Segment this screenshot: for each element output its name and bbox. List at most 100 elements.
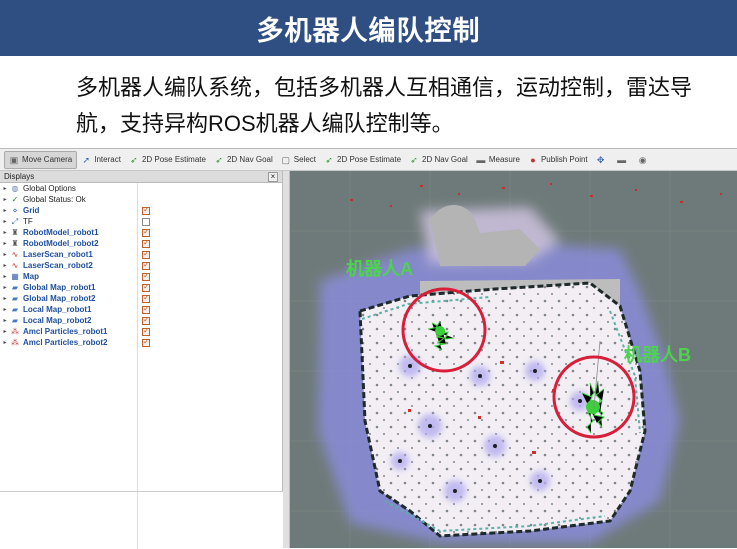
- displays-panel-title: Displays: [4, 172, 35, 181]
- tool-interact[interactable]: ➚ Interact: [77, 151, 125, 169]
- enable-checkbox[interactable]: [142, 205, 150, 215]
- map-icon: ▦: [11, 272, 19, 281]
- display-item-robotmodel-robot1[interactable]: ▸ ♜ RobotModel_robot1: [0, 227, 282, 238]
- minus-button[interactable]: ▬: [613, 151, 634, 169]
- display-item-label: Global Options: [23, 184, 76, 193]
- enable-checkbox[interactable]: [142, 271, 150, 281]
- enable-checkbox[interactable]: [142, 227, 150, 237]
- display-item-label: TF: [23, 217, 33, 226]
- expand-arrow-icon[interactable]: ▸: [0, 196, 10, 203]
- camera-icon: ▣: [9, 154, 19, 165]
- enable-checkbox[interactable]: [142, 337, 150, 347]
- expand-arrow-icon[interactable]: ▸: [0, 251, 10, 258]
- tool-measure[interactable]: ▬ Measure: [472, 151, 524, 169]
- enable-checkbox[interactable]: [142, 304, 150, 314]
- displays-panel: Displays × ▸ ◍ Global Options ▸ ✓ Global Stat…: [0, 171, 283, 549]
- expand-arrow-icon[interactable]: ▸: [0, 262, 10, 269]
- grid-icon: ⋄: [12, 206, 18, 215]
- expand-arrow-icon[interactable]: ▸: [0, 229, 10, 236]
- display-item-local-map-robot2[interactable]: ▸ ▰ Local Map_robot2: [0, 315, 282, 326]
- expand-arrow-icon[interactable]: ▸: [0, 218, 10, 225]
- display-item-map[interactable]: ▸ ▦ Map: [0, 271, 282, 282]
- display-item-robotmodel-robot2[interactable]: ▸ ♜ RobotModel_robot2: [0, 238, 282, 249]
- tool-2d-pose-estimate[interactable]: ➶ 2D Pose Estimate: [320, 151, 405, 169]
- enable-checkbox[interactable]: [142, 282, 150, 292]
- display-item-tf[interactable]: ▸ ⤢ TF: [0, 216, 282, 227]
- display-item-laserscan-robot2[interactable]: ▸ ∿ LaserScan_robot2: [0, 260, 282, 271]
- expand-arrow-icon[interactable]: ▸: [0, 317, 10, 324]
- tool-2d-nav-goal[interactable]: ➶ 2D Nav Goal: [210, 151, 277, 169]
- display-item-label: RobotModel_robot2: [23, 239, 99, 248]
- tool-label: Select: [293, 155, 316, 164]
- robot-a-label: 机器人A: [346, 259, 413, 279]
- rviz-window: ▣ Move Camera ➚ Interact ➶ 2D Pose Estimate ➶ 2…: [0, 148, 737, 549]
- expand-arrow-icon[interactable]: ▸: [0, 185, 10, 192]
- tf-icon: ⤢: [11, 216, 19, 226]
- tool-label: Move Camera: [22, 155, 73, 164]
- expand-arrow-icon[interactable]: ▸: [0, 273, 10, 280]
- splitter-handle[interactable]: [283, 171, 290, 548]
- display-item-label: Global Status: Ok: [23, 195, 86, 204]
- laser-icon: ∿: [11, 261, 19, 270]
- display-item-global-status-ok[interactable]: ▸ ✓ Global Status: Ok: [0, 194, 282, 205]
- display-item-amcl-particles-robot1[interactable]: ▸ ⁂ Amcl Particles_robot1: [0, 326, 282, 337]
- enable-checkbox[interactable]: [142, 238, 150, 248]
- tool-2d-nav-goal[interactable]: ➶ 2D Nav Goal: [405, 151, 472, 169]
- expand-arrow-icon[interactable]: ▸: [0, 240, 10, 247]
- folder-icon: ▰: [11, 305, 19, 314]
- expand-arrow-icon[interactable]: ▸: [0, 306, 10, 313]
- expand-arrow-icon[interactable]: ▸: [0, 328, 10, 335]
- enable-checkbox[interactable]: [142, 249, 150, 259]
- laser-noise: [350, 183, 722, 207]
- rviz-toolbar: ▣ Move Camera ➚ Interact ➶ 2D Pose Estimate ➶ 2…: [0, 149, 737, 171]
- display-item-label: Local Map_robot2: [23, 316, 92, 325]
- display-item-label: Global Map_robot1: [23, 283, 96, 292]
- enable-checkbox[interactable]: [142, 260, 150, 270]
- expand-arrow-icon[interactable]: ▸: [0, 207, 10, 214]
- cursor-icon: ➚: [82, 154, 91, 165]
- folder-icon: ▰: [11, 283, 19, 292]
- expand-arrow-icon[interactable]: ▸: [0, 295, 10, 302]
- display-item-label: Amcl Particles_robot1: [23, 327, 108, 336]
- displays-panel-header: Displays ×: [0, 171, 282, 183]
- map-viewport[interactable]: 机器人A 机器人B: [290, 171, 737, 548]
- display-item-grid[interactable]: ▸ ⋄ Grid: [0, 205, 282, 216]
- pose-arrow-icon: ➶: [130, 154, 138, 165]
- check-icon: ✓: [11, 195, 19, 204]
- tool-2d-pose-estimate[interactable]: ➶ 2D Pose Estimate: [125, 151, 210, 169]
- enable-checkbox[interactable]: [142, 218, 150, 226]
- expand-arrow-icon[interactable]: ▸: [0, 284, 10, 291]
- expand-arrow-icon[interactable]: ▸: [0, 339, 10, 346]
- nav-arrow-icon: ➶: [215, 154, 223, 165]
- display-item-local-map-robot1[interactable]: ▸ ▰ Local Map_robot1: [0, 304, 282, 315]
- display-item-label: LaserScan_robot1: [23, 250, 93, 259]
- property-description-area: [0, 491, 283, 549]
- enable-checkbox[interactable]: [142, 315, 150, 325]
- tool-select[interactable]: ▢ Select: [277, 151, 320, 169]
- display-item-global-options[interactable]: ▸ ◍ Global Options: [0, 183, 282, 194]
- display-item-amcl-particles-robot2[interactable]: ▸ ⁂ Amcl Particles_robot2: [0, 337, 282, 348]
- tool-move-camera[interactable]: ▣ Move Camera: [4, 150, 78, 169]
- display-item-global-map-robot1[interactable]: ▸ ▰ Global Map_robot1: [0, 282, 282, 293]
- display-item-label: Local Map_robot1: [23, 305, 92, 314]
- close-icon[interactable]: ×: [268, 171, 278, 182]
- select-icon: ▢: [281, 154, 291, 165]
- display-item-label: Map: [23, 272, 39, 281]
- display-item-global-map-robot2[interactable]: ▸ ▰ Global Map_robot2: [0, 293, 282, 304]
- display-item-label: RobotModel_robot1: [23, 228, 99, 237]
- enable-checkbox[interactable]: [142, 326, 150, 336]
- robot-icon: ♜: [11, 239, 19, 248]
- tool-label: Interact: [94, 155, 121, 164]
- enable-checkbox[interactable]: [142, 293, 150, 303]
- robot-b-label: 机器人B: [624, 345, 691, 365]
- nav-arrow-icon: ➶: [410, 154, 418, 165]
- displays-tree: ▸ ◍ Global Options ▸ ✓ Global Status: Ok ▸ ⋄ Gri…: [0, 183, 282, 348]
- minus-icon: ▬: [617, 154, 627, 165]
- display-item-label: Global Map_robot2: [23, 294, 96, 303]
- move-axes-button[interactable]: ✥: [592, 151, 613, 169]
- eye-button[interactable]: ◉: [634, 151, 655, 169]
- tool-label: 2D Pose Estimate: [141, 155, 206, 164]
- globe-icon: ◍: [11, 184, 19, 193]
- display-item-laserscan-robot1[interactable]: ▸ ∿ LaserScan_robot1: [0, 249, 282, 260]
- tool-publish-point[interactable]: ● Publish Point: [524, 151, 592, 169]
